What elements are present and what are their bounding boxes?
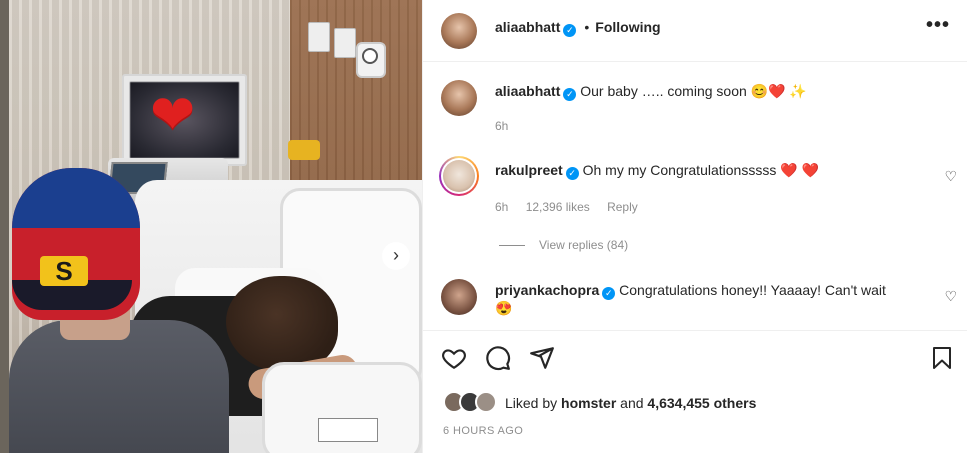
instagram-post-view: ❤ S › aliaabhatt ✓ • Following ••• aliaa… [0, 0, 967, 453]
post-actions: Liked by homster and 4,634,455 others 6 … [423, 330, 967, 453]
comment-rakulpreet: rakulpreet ✓ Oh my my Congratulationsssss… [495, 162, 819, 180]
post-header: aliaabhatt ✓ • Following ••• [423, 0, 967, 62]
share-icon[interactable] [529, 345, 555, 371]
cap-blue-panel [12, 168, 140, 228]
next-photo-button[interactable]: › [382, 242, 410, 270]
caption-username[interactable]: aliaabhatt [495, 83, 560, 99]
post-timestamp: 6 HOURS AGO [443, 425, 524, 437]
liked-by-and: and [620, 395, 644, 411]
caption-text: Our baby ….. coming soon 😊❤️ ✨ [580, 83, 807, 99]
photo-edge-strip [0, 0, 9, 453]
comment-time: 6h [495, 200, 509, 214]
heart-icon[interactable] [441, 345, 467, 371]
comment-like-heart-icon[interactable]: ♡ [944, 288, 957, 305]
liked-by-prefix: Liked by [505, 395, 558, 411]
liked-by-others[interactable]: 4,634,455 others [647, 395, 756, 411]
comment-emoji: 😍 [495, 300, 513, 316]
comment-meta: 6h 12,396 likes Reply [495, 200, 652, 214]
bookmark-icon[interactable] [930, 345, 954, 371]
rakulpreet-avatar [443, 160, 475, 192]
story-ring[interactable] [439, 156, 479, 196]
liked-by-text: Liked by homster and 4,634,455 others [505, 395, 756, 411]
verified-badge-icon: ✓ [565, 167, 579, 180]
caption-meta: 6h [495, 119, 522, 133]
cap-logo: S [40, 256, 88, 286]
gauge-dial [362, 48, 378, 64]
verified-badge-icon: ✓ [563, 88, 577, 101]
post-side-panel: aliaabhatt ✓ • Following ••• aliaabhatt ✓ Ou… [422, 0, 967, 453]
caption-time: 6h [495, 119, 509, 133]
more-options-icon[interactable]: ••• [926, 14, 950, 37]
view-replies-label[interactable]: View replies (84) [539, 238, 628, 252]
yellow-fitting [288, 140, 320, 160]
verified-badge-icon: ✓ [602, 287, 616, 300]
liked-by-user[interactable]: homster [561, 395, 616, 411]
author-username[interactable]: aliaabhatt [495, 19, 560, 35]
verified-badge-icon: ✓ [563, 24, 577, 37]
caption-avatar[interactable] [441, 80, 477, 116]
comment-likes[interactable]: 12,396 likes [526, 200, 590, 214]
red-heart-sticker: ❤ [150, 85, 196, 145]
bed-rail-label [318, 418, 378, 442]
view-replies[interactable]: View replies (84) [499, 238, 642, 252]
author-line: aliaabhatt ✓ • Following [495, 19, 661, 37]
comment-icon[interactable] [485, 345, 511, 371]
comment-text: Oh my my Congratulationsssss ❤️ ❤️ [582, 162, 819, 178]
post-photo[interactable]: ❤ S › [0, 0, 422, 453]
caption-line: aliaabhatt ✓ Our baby ….. coming soon 😊❤️… [495, 83, 807, 101]
liked-avatar [475, 391, 497, 413]
liked-by-avatars [443, 391, 501, 415]
reply-button[interactable]: Reply [607, 200, 638, 214]
priyankachopra-avatar[interactable] [441, 279, 477, 315]
comment-username[interactable]: rakulpreet [495, 162, 563, 178]
following-button[interactable]: Following [595, 19, 660, 35]
comment-priyankachopra: priyankachopra ✓ Congratulations honey!! … [495, 282, 886, 300]
comment-username[interactable]: priyankachopra [495, 282, 599, 298]
replies-divider [499, 245, 525, 247]
comment-text: Congratulations honey!! Yaaaay! Can't wa… [619, 282, 886, 298]
author-avatar[interactable] [441, 13, 477, 49]
comment-like-heart-icon[interactable]: ♡ [944, 168, 957, 185]
separator-dot: • [584, 19, 590, 35]
